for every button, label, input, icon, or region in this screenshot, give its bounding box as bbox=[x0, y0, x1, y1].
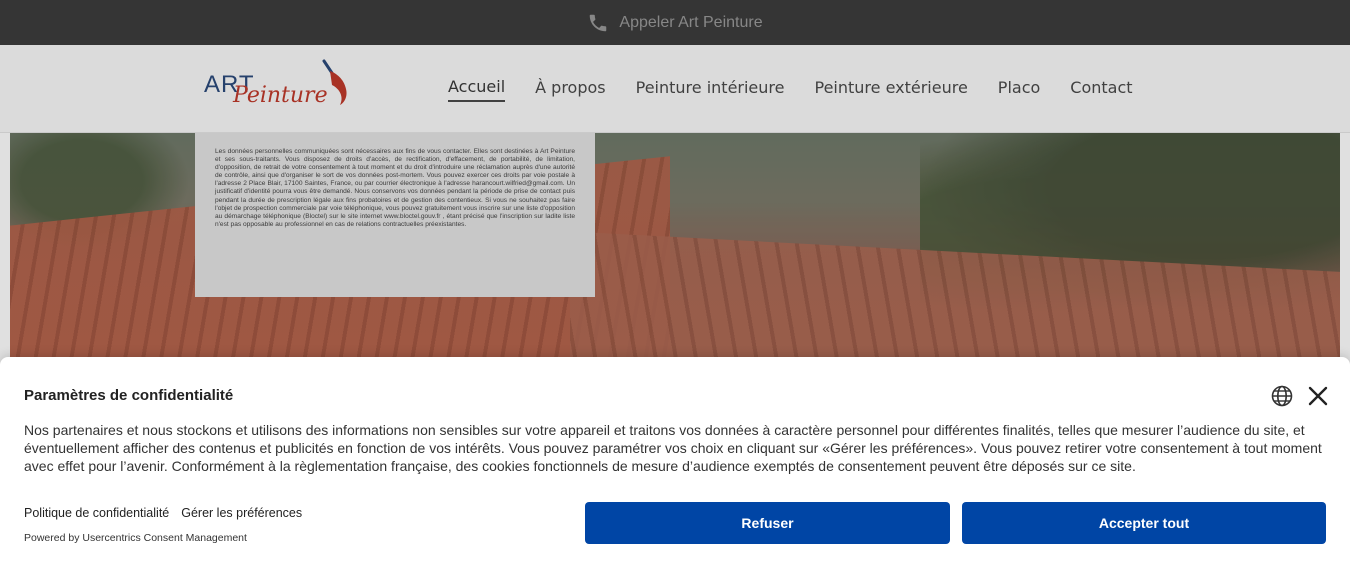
site-logo[interactable]: ART Peinture bbox=[200, 59, 355, 117]
site-header: ART Peinture Accueil À propos Peinture i… bbox=[0, 45, 1350, 133]
refuse-button[interactable]: Refuser bbox=[585, 502, 950, 544]
consent-links: Politique de confidentialité Gérer les p… bbox=[24, 506, 302, 520]
nav-item-a-propos[interactable]: À propos bbox=[535, 78, 605, 101]
globe-icon[interactable] bbox=[1270, 384, 1294, 408]
nav-item-accueil[interactable]: Accueil bbox=[448, 77, 506, 102]
nav-item-contact[interactable]: Contact bbox=[1070, 78, 1132, 101]
nav-item-peinture-interieure[interactable]: Peinture intérieure bbox=[636, 78, 785, 101]
legal-notice-text: Les données personnelles communiquées so… bbox=[215, 148, 575, 228]
call-bar: Appeler Art Peinture bbox=[0, 0, 1350, 45]
nav-item-peinture-exterieure[interactable]: Peinture extérieure bbox=[814, 78, 967, 101]
logo-text-peinture: Peinture bbox=[233, 83, 328, 108]
close-icon[interactable] bbox=[1306, 384, 1330, 408]
privacy-policy-link[interactable]: Politique de confidentialité bbox=[24, 506, 169, 520]
main-nav: Accueil À propos Peinture intérieure Pei… bbox=[448, 45, 1133, 133]
legal-notice: Les données personnelles communiquées so… bbox=[195, 133, 595, 297]
call-link[interactable]: Appeler Art Peinture bbox=[587, 12, 763, 34]
powered-by-text: Powered by Usercentrics Consent Manageme… bbox=[24, 532, 247, 544]
call-label: Appeler Art Peinture bbox=[619, 13, 763, 31]
nav-item-placo[interactable]: Placo bbox=[998, 78, 1040, 101]
consent-text: Nos partenaires et nous stockons et util… bbox=[24, 422, 1322, 474]
accept-all-button[interactable]: Accepter tout bbox=[962, 502, 1326, 544]
phone-icon bbox=[587, 12, 609, 34]
paintbrush-icon bbox=[322, 59, 347, 105]
consent-banner: Paramètres de confidentialité Nos parten… bbox=[0, 357, 1350, 568]
manage-preferences-link[interactable]: Gérer les préférences bbox=[181, 506, 302, 520]
consent-title: Paramètres de confidentialité bbox=[24, 387, 234, 404]
